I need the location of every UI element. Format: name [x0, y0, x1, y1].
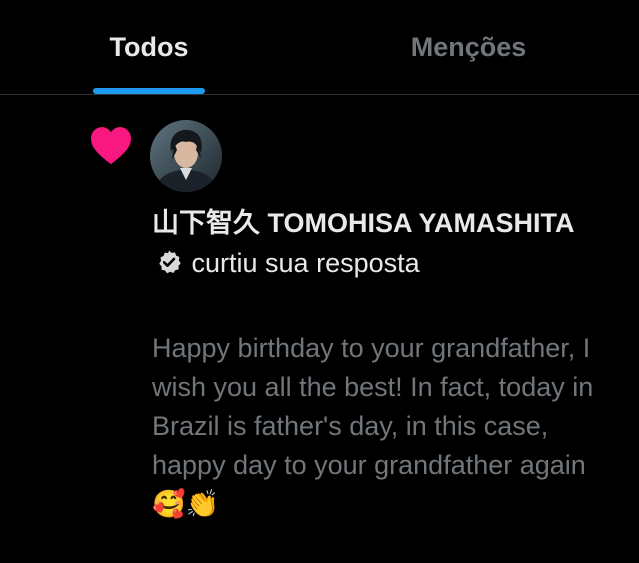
tab-todos[interactable]: Todos — [0, 0, 298, 95]
avatar[interactable] — [150, 120, 222, 192]
heart-icon — [91, 127, 131, 165]
user-name[interactable]: 山下智久 TOMOHISA YAMASHITA — [152, 208, 575, 238]
notifications-tabs: Todos Menções — [0, 0, 639, 95]
reply-text: Happy birthday to your grandfather, I wi… — [152, 333, 594, 519]
tab-todos-label: Todos — [109, 32, 189, 62]
active-tab-indicator — [93, 88, 205, 94]
tab-mencoes-label: Menções — [410, 32, 527, 62]
verified-badge-icon — [159, 250, 181, 274]
action-text: curtiu sua resposta — [191, 248, 420, 278]
avatar-image — [150, 120, 222, 192]
notification-text: 山下智久 TOMOHISA YAMASHITA curtiu sua respo… — [152, 203, 592, 283]
tab-mencoes[interactable]: Menções — [298, 0, 639, 95]
